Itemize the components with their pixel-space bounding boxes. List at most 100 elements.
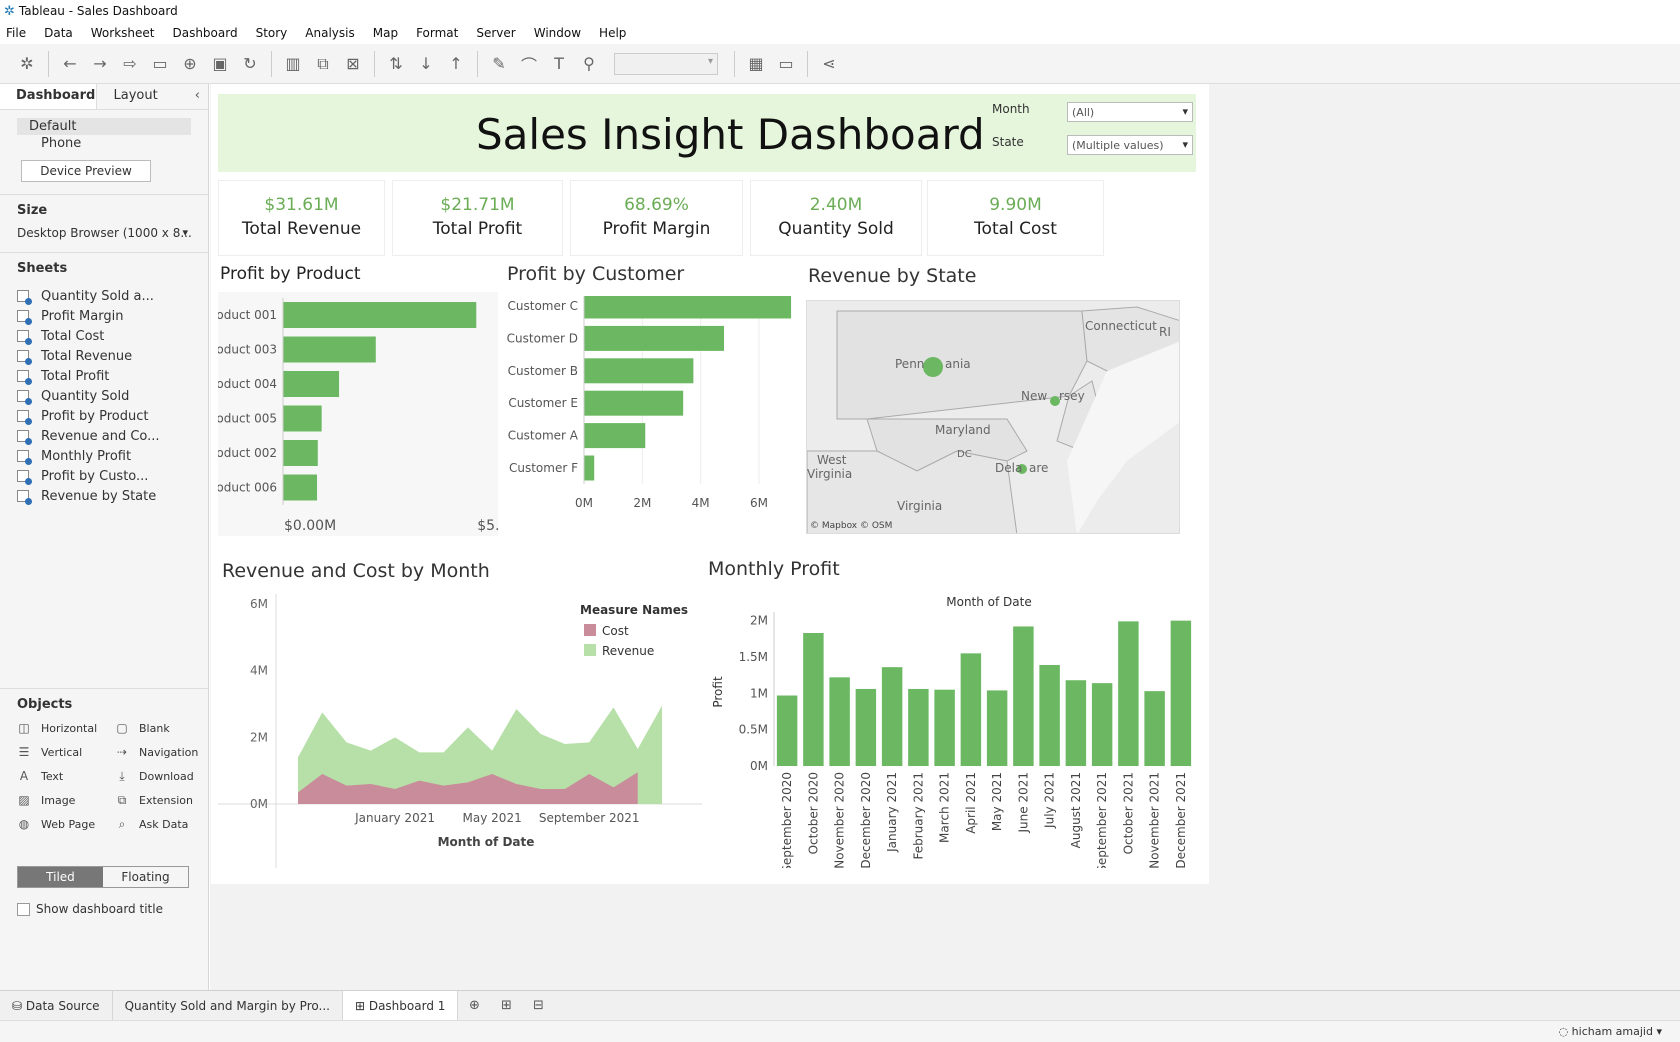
profit-by-product-chart[interactable]: Product 001 Product 003 Product 004 Product… xyxy=(218,292,498,536)
redo-icon[interactable]: → xyxy=(85,54,115,73)
bar[interactable] xyxy=(855,688,877,766)
bar[interactable] xyxy=(283,405,322,432)
menu-server[interactable]: Server xyxy=(476,26,515,40)
save-icon[interactable]: ▭ xyxy=(145,54,175,73)
sheet-item[interactable]: Revenue and Co... xyxy=(0,426,208,446)
bar[interactable] xyxy=(1039,664,1060,766)
object-text[interactable]: A Text xyxy=(17,766,115,786)
sheet-item[interactable]: Profit by Custo... xyxy=(0,466,208,486)
bar[interactable] xyxy=(283,440,318,466)
sheet-item[interactable]: Total Revenue xyxy=(0,346,208,366)
new-data-source-icon[interactable]: ⊕ xyxy=(175,54,205,73)
bar[interactable] xyxy=(934,689,955,766)
object-download[interactable]: ⤓ Download xyxy=(115,766,213,786)
bar[interactable] xyxy=(1144,691,1165,766)
highlight-icon[interactable]: ✎ xyxy=(484,54,514,73)
bar[interactable] xyxy=(829,677,850,766)
object-ask-data[interactable]: ⌕ Ask Data xyxy=(115,814,213,834)
bar[interactable] xyxy=(986,690,1008,766)
sheet-item[interactable]: Quantity Sold xyxy=(0,386,208,406)
refresh-icon[interactable]: ↻ xyxy=(235,54,265,73)
bar[interactable] xyxy=(776,695,798,766)
menu-help[interactable]: Help xyxy=(599,26,626,40)
bar[interactable] xyxy=(584,455,595,481)
menu-window[interactable]: Window xyxy=(534,26,581,40)
bar[interactable] xyxy=(1065,680,1087,766)
revenue-by-state-map[interactable]: Connecticut RI Penn ania New rsey Maryla… xyxy=(806,300,1180,534)
sheet-item[interactable]: Profit by Product xyxy=(0,406,208,426)
object-image[interactable]: ▨ Image xyxy=(17,790,115,810)
swap-icon[interactable]: ⇅ xyxy=(381,54,411,73)
bar[interactable] xyxy=(584,325,724,351)
show-me-icon[interactable]: ▦ xyxy=(741,54,771,73)
legend-swatch-revenue[interactable] xyxy=(584,644,596,656)
state-filter-dropdown[interactable]: (Multiple values) xyxy=(1067,135,1193,155)
device-phone[interactable]: Phone xyxy=(17,135,191,152)
kpi-total-cost[interactable]: 9.90M Total Cost xyxy=(927,180,1104,256)
tableau-home-icon[interactable]: ✲ xyxy=(12,54,42,73)
menu-format[interactable]: Format xyxy=(416,26,458,40)
device-preview-button[interactable]: Device Preview xyxy=(21,160,151,182)
menu-worksheet[interactable]: Worksheet xyxy=(91,26,155,40)
pin-icon[interactable]: ⚲ xyxy=(574,54,604,73)
kpi-quantity-sold[interactable]: 2.40M Quantity Sold xyxy=(750,180,922,256)
bar[interactable] xyxy=(584,358,694,384)
bar[interactable] xyxy=(1013,626,1034,766)
kpi-profit-margin[interactable]: 68.69% Profit Margin xyxy=(570,180,743,256)
object-horizontal[interactable]: ◫ Horizontal xyxy=(17,718,115,738)
legend-swatch-cost[interactable] xyxy=(584,624,596,636)
floating-button[interactable]: Floating xyxy=(103,867,188,887)
new-worksheet-tab-icon[interactable]: ⊕ xyxy=(458,998,490,1013)
sheet-item[interactable]: Total Profit xyxy=(0,366,208,386)
kpi-total-profit[interactable]: $21.71M Total Profit xyxy=(392,180,563,256)
pause-updates-icon[interactable]: ▣ xyxy=(205,54,235,73)
tab-sheet[interactable]: Quantity Sold and Margin by Pro... xyxy=(113,990,343,1021)
menu-data[interactable]: Data xyxy=(44,26,73,40)
sort-ascending-icon[interactable]: ↓ xyxy=(411,54,441,73)
revenue-cost-chart[interactable]: 0M 2M 4M 6M January 2021 May 2021 September 20… xyxy=(218,594,702,868)
bar[interactable] xyxy=(1118,621,1139,766)
sheet-item[interactable]: Total Cost xyxy=(0,326,208,346)
tab-dashboard-1[interactable]: ⊞ Dashboard 1 xyxy=(342,990,459,1021)
show-title-option[interactable]: Show dashboard title xyxy=(17,902,208,916)
tiled-button[interactable]: Tiled xyxy=(18,867,103,887)
bar[interactable] xyxy=(881,667,903,766)
object-vertical[interactable]: ☰ Vertical xyxy=(17,742,115,762)
tab-dashboard[interactable]: Dashboard xyxy=(0,84,98,109)
bar[interactable] xyxy=(584,390,684,416)
collapse-sidebar-icon[interactable]: ‹ xyxy=(195,88,200,109)
bar[interactable] xyxy=(283,302,477,328)
sheet-item[interactable]: Quantity Sold a... xyxy=(0,286,208,306)
clear-sheet-icon[interactable]: ⊠ xyxy=(338,54,368,73)
show-title-checkbox[interactable] xyxy=(17,902,30,916)
menu-map[interactable]: Map xyxy=(373,26,398,40)
share-icon[interactable]: ⋖ xyxy=(814,54,844,73)
size-dropdown[interactable]: Desktop Browser (1000 x 8... xyxy=(17,226,192,240)
menu-file[interactable]: File xyxy=(6,26,26,40)
new-dashboard-tab-icon[interactable]: ⊞ xyxy=(490,998,522,1013)
duplicate-icon[interactable]: ⧉ xyxy=(308,54,338,74)
object-extension[interactable]: ⧉ Extension xyxy=(115,790,213,810)
device-default[interactable]: Default xyxy=(17,118,191,135)
bar[interactable] xyxy=(908,688,929,766)
menu-story[interactable]: Story xyxy=(256,26,288,40)
state-bubble-pennsylvania[interactable] xyxy=(923,357,943,377)
bar[interactable] xyxy=(960,653,982,766)
tab-layout[interactable]: Layout xyxy=(97,84,194,109)
sheet-item[interactable]: Revenue by State xyxy=(0,486,208,506)
month-filter-dropdown[interactable]: (All) xyxy=(1067,102,1193,122)
bar[interactable] xyxy=(584,296,792,319)
bar[interactable] xyxy=(283,371,340,397)
profit-by-customer-chart[interactable]: Customer C Customer D Customer B Customer E… xyxy=(504,296,798,534)
bar[interactable] xyxy=(283,336,376,363)
sort-descending-icon[interactable]: ↑ xyxy=(441,54,471,73)
bar[interactable] xyxy=(803,632,824,766)
menu-dashboard[interactable]: Dashboard xyxy=(172,26,237,40)
bar[interactable] xyxy=(1170,620,1192,766)
bar[interactable] xyxy=(283,474,318,501)
bar[interactable] xyxy=(1091,683,1113,766)
monthly-profit-chart[interactable]: Month of Date Profit 0M 0.5M 1M 1.5M 2M Septemb… xyxy=(704,592,1196,868)
label-icon[interactable]: T xyxy=(544,54,574,73)
object-blank[interactable]: ▢ Blank xyxy=(115,718,213,738)
new-worksheet-icon[interactable]: ▥ xyxy=(278,54,308,73)
